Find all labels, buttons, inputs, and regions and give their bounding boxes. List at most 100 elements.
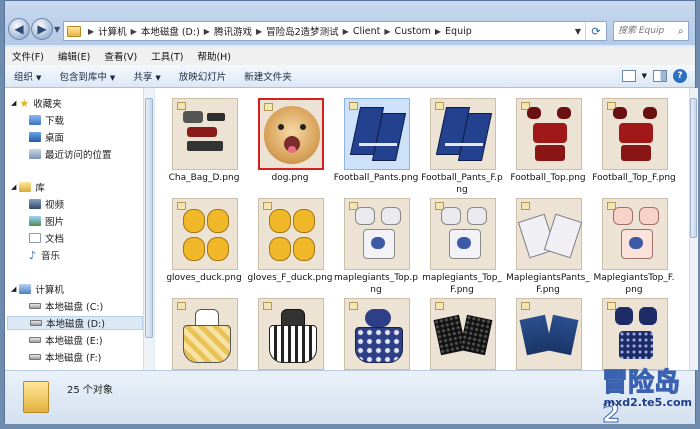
file-item[interactable]: pants_F_jeans.p [505,292,591,370]
file-item[interactable]: gloves_duck.png [161,192,247,292]
content-scrollbar[interactable] [689,88,698,370]
back-button[interactable]: ◀ [8,18,30,40]
refresh-icon[interactable]: ⟳ [585,22,606,40]
nav-drive-e[interactable]: 本地磁盘 (E:) [29,333,103,347]
nav-drive-c[interactable]: 本地磁盘 (C:) [29,299,103,313]
computer-icon [19,284,32,294]
menu-tools[interactable]: 工具(T) [144,49,190,63]
file-item[interactable]: gloves_F_duck.png [247,192,333,292]
search-input[interactable] [614,25,678,37]
file-item[interactable]: MaplegiantsPants_F.png [505,192,591,295]
watermark-logo: 冒险岛2 mxd2.te5.com [602,360,694,429]
expand-icon[interactable]: ◢ [11,285,16,293]
new-folder-button[interactable]: 新建文件夹 [235,69,301,83]
expand-icon[interactable]: ◢ [11,99,16,107]
breadcrumb-tencent-games[interactable]: 腾讯游戏 ▶ [214,24,266,39]
chevron-down-icon: ▼ [155,74,161,82]
drive-icon [29,303,41,309]
image-file-icon [435,302,444,310]
nav-music[interactable]: ♪ 音乐 [29,248,60,263]
address-dropdown-icon[interactable]: ▼ [571,27,585,36]
nav-recent-label: 最近访问的位置 [45,150,112,161]
share-button[interactable]: 共享 ▼ [124,69,169,83]
file-thumbnail [516,298,582,370]
file-item[interactable]: Football_Top.png [505,92,591,192]
breadcrumb-computer[interactable]: 计算机 ▶ [98,24,141,39]
file-name: gloves_duck.png [166,273,242,283]
file-item[interactable]: pants_dot.png [419,292,505,370]
nav-pictures[interactable]: 图片 [29,214,64,228]
file-item[interactable]: Cha_Bag_D.png [161,92,247,192]
nav-documents[interactable]: 文档 [29,231,64,245]
nav-libraries[interactable]: ◢ 库 [11,180,45,194]
file-list: Cha_Bag_D.png dog.png Football_Pants.png Fo… [155,88,689,370]
details-pane: 25 个对象 [5,370,695,424]
nav-drive-d[interactable]: 本地磁盘 (D:) [7,316,143,330]
drive-icon [29,337,41,343]
nav-desktop-label: 桌面 [45,133,65,144]
file-item[interactable]: onepiece_mush [333,292,419,370]
nav-libraries-label: 库 [35,183,45,194]
file-item[interactable]: Football_Top_F.png [591,92,677,192]
file-thumbnail [344,198,410,270]
nav-recent[interactable]: 最近访问的位置 [29,147,112,161]
recent-pages-dropdown[interactable]: ▼ [54,25,60,34]
file-thumbnail [430,198,496,270]
breadcrumb-custom[interactable]: Custom ▶ [394,26,445,37]
file-item[interactable]: dog.png [247,92,333,192]
recent-places-icon [29,149,41,159]
expand-icon[interactable]: ◢ [11,183,16,191]
file-item[interactable]: MaplegiantsTop_F.png [591,192,677,295]
file-name: Football_Top.png [510,173,586,183]
menu-help[interactable]: 帮助(H) [190,49,238,63]
help-icon[interactable]: ? [673,69,687,83]
forward-button[interactable]: ▶ [31,18,53,40]
file-item[interactable]: Football_Pants_F.png [419,92,505,195]
nav-drive-f[interactable]: 本地磁盘 (F:) [29,350,101,364]
star-icon: ★ [19,96,30,110]
breadcrumb-client[interactable]: Client ▶ [353,26,395,37]
nav-downloads[interactable]: 下载 [29,113,64,127]
menu-edit[interactable]: 编辑(E) [51,49,97,63]
breadcrumb-game-folder[interactable]: 冒险岛2造梦测试 ▶ [266,24,353,39]
menu-view[interactable]: 查看(V) [97,49,144,63]
nav-computer-label: 计算机 [35,285,64,296]
organize-button[interactable]: 组织 ▼ [5,69,50,83]
file-item[interactable]: shirt [591,292,677,370]
view-dropdown-icon[interactable]: ▼ [642,72,647,80]
organize-label: 组织 [14,72,34,83]
preview-pane-icon[interactable] [653,70,667,82]
file-item[interactable]: onepiece_F_duc [161,292,247,370]
breadcrumb-equip[interactable]: Equip [445,26,472,37]
nav-scrollbar[interactable] [143,88,154,370]
file-item[interactable]: maplegiants_Top.png [333,192,419,295]
nav-videos[interactable]: 视频 [29,197,64,211]
slideshow-button[interactable]: 放映幻灯片 [170,69,236,83]
view-options-icon[interactable] [621,70,636,82]
menu-file[interactable]: 文件(F) [5,49,51,63]
include-in-library-button[interactable]: 包含到库中 ▼ [50,69,124,83]
nav-drive-e-label: 本地磁盘 (E:) [45,336,103,347]
file-thumbnail [344,98,410,170]
nav-downloads-label: 下载 [45,116,65,127]
file-thumbnail [602,198,668,270]
breadcrumb-drive-d[interactable]: 本地磁盘 (D:) ▶ [141,24,214,39]
image-file-icon [521,302,530,310]
file-name: gloves_F_duck.png [247,273,333,283]
file-thumbnail [258,198,324,270]
address-bar[interactable]: ▶ 计算机 ▶ 本地磁盘 (D:) ▶ 腾讯游戏 ▶ 冒险岛2造梦测试 ▶ Client… [63,21,607,41]
file-item[interactable]: maplegiants_Top_F.png [419,192,505,295]
crumb-separator[interactable]: ▶ [84,27,98,36]
file-item[interactable]: onepiece_F_mo [247,292,333,370]
file-thumbnail [516,198,583,270]
nav-favorites[interactable]: ◢ ★ 收藏夹 [11,96,62,111]
nav-scroll-thumb[interactable] [145,98,153,338]
search-icon[interactable]: ⌕ [678,26,684,37]
file-item[interactable]: Football_Pants.png [333,92,419,192]
desktop-icon [29,132,41,142]
nav-desktop[interactable]: 桌面 [29,130,64,144]
content-scroll-thumb[interactable] [690,98,697,238]
nav-videos-label: 视频 [45,200,65,211]
image-file-icon [264,103,273,111]
nav-computer[interactable]: ◢ 计算机 [11,282,64,296]
